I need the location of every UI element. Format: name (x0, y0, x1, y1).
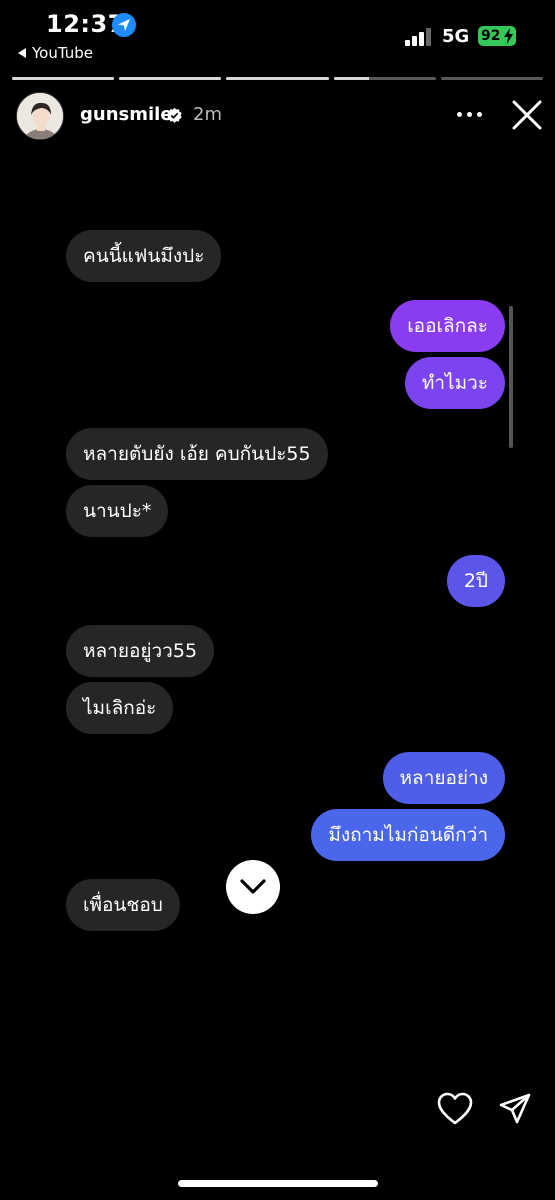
chat-scrollbar (509, 306, 513, 448)
battery-level: 92 (481, 28, 501, 44)
sent-message-bubble: หลายอย่าง (382, 752, 505, 804)
story-username[interactable]: gunsmile (80, 104, 173, 125)
sent-message-bubble: เออเลิกละ (390, 300, 505, 352)
back-arrow-icon (18, 48, 26, 58)
story-progress-segment (119, 77, 222, 80)
network-type: 5G (442, 26, 470, 47)
story-progress-segment (226, 77, 329, 80)
status-bar: 12:37 YouTube 5G 92 (0, 0, 555, 70)
home-indicator[interactable] (178, 1180, 378, 1187)
received-message-bubble: เพื่อนชอบ (66, 879, 180, 931)
verified-badge-icon (167, 107, 182, 123)
received-message-bubble: นานปะ* (66, 485, 169, 537)
sent-message-bubble: 2ปี (446, 555, 505, 607)
battery-indicator: 92 (478, 26, 516, 46)
charging-bolt-icon (504, 28, 513, 44)
scroll-down-button[interactable] (226, 860, 280, 914)
heart-icon[interactable] (437, 1092, 473, 1126)
location-arrow-icon (112, 13, 136, 37)
paper-plane-icon[interactable] (498, 1092, 532, 1126)
close-icon[interactable] (510, 98, 544, 132)
received-message-bubble: ไมเลิกอ่ะ (66, 682, 174, 734)
back-to-app-link[interactable]: YouTube (18, 44, 93, 62)
back-app-label: YouTube (32, 44, 93, 62)
sent-message-bubble: ทำไมวะ (404, 357, 505, 409)
story-progress-segment (440, 77, 544, 80)
chevron-down-icon (240, 879, 266, 894)
avatar[interactable] (16, 92, 64, 140)
received-message-bubble: หลายอยู่วว55 (66, 625, 215, 677)
sent-message-bubble: มึงถามไมก่อนดีกว่า (311, 809, 505, 861)
cellular-signal-icon (405, 28, 433, 46)
more-dots-icon[interactable] (455, 104, 485, 124)
story-age: 2m (193, 104, 222, 125)
story-progress-bar (12, 77, 544, 81)
story-progress-segment (333, 77, 436, 80)
received-message-bubble: คนนี้แฟนมึงปะ (66, 230, 222, 282)
received-message-bubble: หลายตับยัง เอ้ย คบกันปะ55 (66, 428, 328, 480)
story-progress-segment (12, 77, 115, 80)
